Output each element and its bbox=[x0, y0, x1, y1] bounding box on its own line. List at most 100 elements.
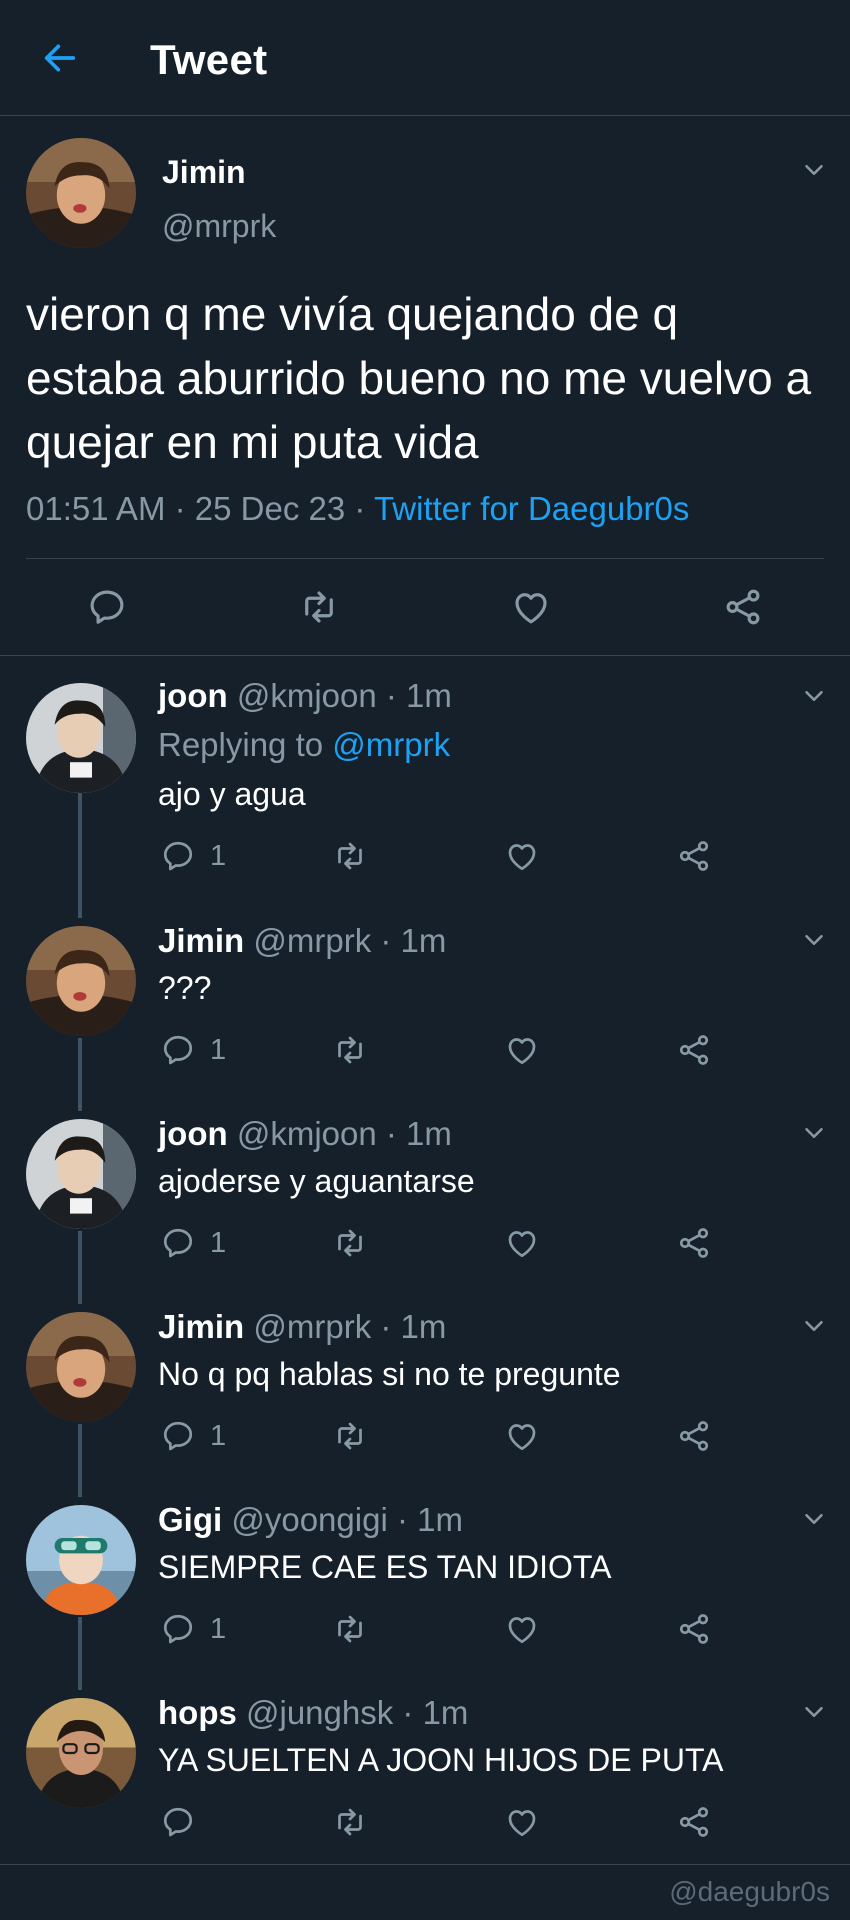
retweet-button[interactable] bbox=[332, 1418, 368, 1454]
thread-line bbox=[78, 1617, 82, 1690]
meta-separator: · bbox=[376, 677, 407, 714]
like-button[interactable] bbox=[510, 586, 552, 628]
heart-icon bbox=[504, 1418, 540, 1454]
author-handle[interactable]: @mrprk bbox=[162, 208, 276, 245]
share-icon bbox=[676, 1611, 712, 1647]
back-button[interactable] bbox=[34, 32, 86, 84]
reply-icon bbox=[160, 1418, 196, 1454]
reply-author-handle[interactable]: @junghsk bbox=[246, 1694, 393, 1731]
reply-text: SIEMPRE CAE ES TAN IDIOTA bbox=[158, 1549, 612, 1585]
share-button[interactable] bbox=[676, 1611, 712, 1647]
reply-author-name[interactable]: Jimin bbox=[158, 922, 244, 959]
like-button[interactable] bbox=[504, 1611, 540, 1647]
replying-label: Replying to bbox=[158, 726, 333, 763]
like-button[interactable] bbox=[504, 1225, 540, 1261]
reply-header: Jimin @mrprk · 1m bbox=[158, 922, 446, 960]
reply-text: ??? bbox=[158, 970, 212, 1006]
like-button[interactable] bbox=[504, 838, 540, 874]
reply-button[interactable] bbox=[86, 586, 128, 628]
reply-author-name[interactable]: hops bbox=[158, 1694, 237, 1731]
divider bbox=[0, 1864, 850, 1865]
retweet-button[interactable] bbox=[332, 1225, 368, 1261]
meta-separator: · bbox=[371, 922, 401, 959]
reply-author-name[interactable]: joon bbox=[158, 677, 228, 714]
chevron-down-icon[interactable] bbox=[794, 1306, 834, 1346]
reply-icon bbox=[160, 1032, 196, 1068]
thread-line bbox=[78, 793, 82, 918]
reply-text: ajoderse y aguantarse bbox=[158, 1163, 475, 1199]
reply-header: joon @kmjoon · 1m bbox=[158, 1115, 452, 1153]
avatar[interactable] bbox=[26, 926, 136, 1036]
reply-text: YA SUELTEN A JOON HIJOS DE PUTA bbox=[158, 1742, 724, 1778]
heart-icon bbox=[504, 1611, 540, 1647]
reply-icon bbox=[160, 1804, 196, 1840]
chevron-down-icon[interactable] bbox=[794, 1113, 834, 1153]
reply-author-name[interactable]: Gigi bbox=[158, 1501, 222, 1538]
chevron-down-icon[interactable] bbox=[794, 920, 834, 960]
reply-text: No q pq hablas si no te pregunte bbox=[158, 1356, 621, 1392]
like-button[interactable] bbox=[504, 1032, 540, 1068]
share-icon bbox=[676, 1032, 712, 1068]
chevron-down-icon[interactable] bbox=[794, 150, 834, 190]
share-button[interactable] bbox=[676, 1032, 712, 1068]
thread-line bbox=[78, 1231, 82, 1304]
chevron-down-icon[interactable] bbox=[794, 1499, 834, 1539]
thread-line bbox=[78, 1424, 82, 1497]
heart-icon bbox=[504, 1804, 540, 1840]
author-name[interactable]: Jimin bbox=[162, 154, 246, 191]
retweet-button[interactable] bbox=[332, 838, 368, 874]
meta-separator: · bbox=[345, 490, 374, 527]
reply-author-handle[interactable]: @yoongigi bbox=[231, 1501, 387, 1538]
meta-separator: · bbox=[393, 1694, 423, 1731]
reply-icon bbox=[160, 1225, 196, 1261]
retweet-button[interactable] bbox=[332, 1804, 368, 1840]
reply-time: 1m bbox=[400, 1308, 447, 1345]
heart-icon bbox=[504, 1032, 540, 1068]
mention-link[interactable]: @mrprk bbox=[332, 726, 450, 763]
like-button[interactable] bbox=[504, 1804, 540, 1840]
share-button[interactable] bbox=[676, 1225, 712, 1261]
reply-author-handle[interactable]: @mrprk bbox=[253, 1308, 371, 1345]
reply-button[interactable]: 1 bbox=[160, 1418, 226, 1454]
tweet-source-link[interactable]: Twitter for Daegubr0s bbox=[374, 490, 689, 527]
reply-icon bbox=[160, 838, 196, 874]
heart-icon bbox=[504, 1225, 540, 1261]
chevron-down-icon[interactable] bbox=[794, 676, 834, 716]
avatar[interactable] bbox=[26, 1505, 136, 1615]
reply-button[interactable]: 1 bbox=[160, 1032, 226, 1068]
avatar[interactable] bbox=[26, 138, 136, 248]
reply-button[interactable]: 1 bbox=[160, 838, 226, 874]
share-button[interactable] bbox=[676, 1804, 712, 1840]
share-button[interactable] bbox=[722, 586, 764, 628]
retweet-icon bbox=[332, 1804, 368, 1840]
reply-author-name[interactable]: joon bbox=[158, 1115, 228, 1152]
chevron-down-icon[interactable] bbox=[794, 1692, 834, 1732]
reply-count: 1 bbox=[210, 1612, 227, 1645]
reply-button[interactable]: 1 bbox=[160, 1611, 226, 1647]
avatar[interactable] bbox=[26, 1119, 136, 1229]
reply-count: 1 bbox=[210, 1033, 227, 1066]
retweet-button[interactable] bbox=[332, 1032, 368, 1068]
top-bar: Tweet bbox=[0, 0, 850, 116]
reply-text: ajo y agua bbox=[158, 776, 306, 812]
share-icon bbox=[722, 586, 764, 628]
watermark: @daegubr0s bbox=[669, 1876, 830, 1907]
reply-button[interactable]: 1 bbox=[160, 1225, 226, 1261]
avatar[interactable] bbox=[26, 1698, 136, 1808]
heart-icon bbox=[510, 586, 552, 628]
reply-author-handle[interactable]: @mrprk bbox=[253, 922, 371, 959]
like-button[interactable] bbox=[504, 1418, 540, 1454]
reply-author-handle[interactable]: @kmjoon bbox=[237, 1115, 377, 1152]
meta-separator: · bbox=[165, 490, 195, 527]
meta-separator: · bbox=[387, 1501, 418, 1538]
retweet-button[interactable] bbox=[298, 586, 340, 628]
replying-to: Replying to @mrprk bbox=[158, 726, 450, 764]
share-button[interactable] bbox=[676, 1418, 712, 1454]
reply-author-handle[interactable]: @kmjoon bbox=[237, 677, 377, 714]
avatar[interactable] bbox=[26, 1312, 136, 1422]
retweet-button[interactable] bbox=[332, 1611, 368, 1647]
avatar[interactable] bbox=[26, 683, 136, 793]
reply-author-name[interactable]: Jimin bbox=[158, 1308, 244, 1345]
reply-button[interactable] bbox=[160, 1804, 196, 1840]
share-button[interactable] bbox=[676, 838, 712, 874]
